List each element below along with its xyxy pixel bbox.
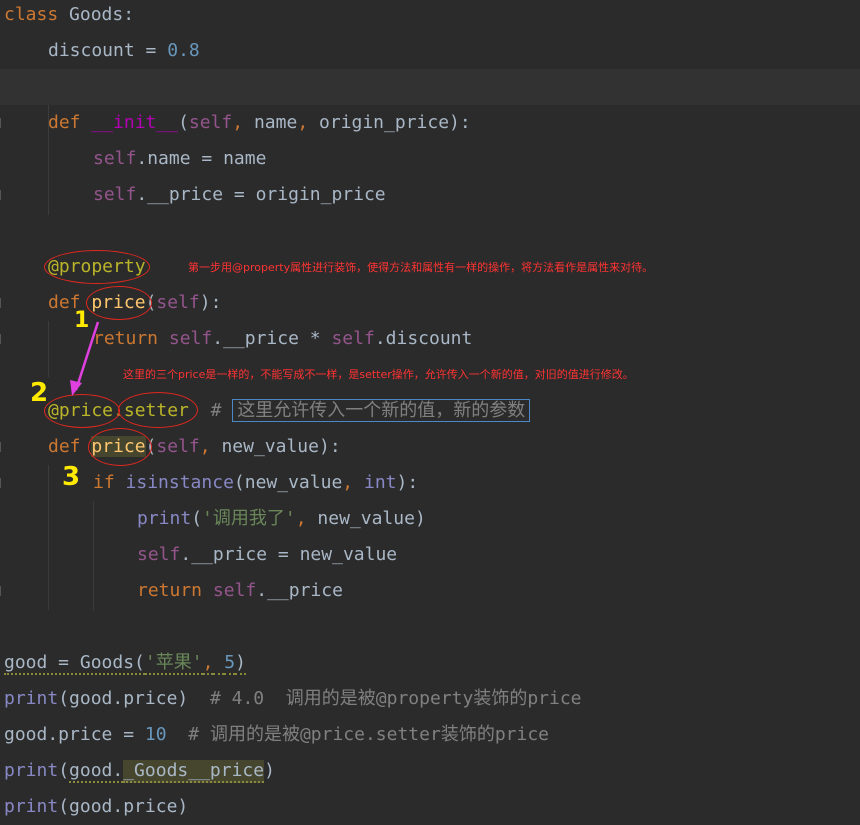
annotation-arrow — [70, 321, 100, 396]
marker-3: 3 — [62, 462, 81, 492]
arrow-head — [70, 380, 82, 396]
marker-1: 1 — [74, 308, 90, 333]
marker-2: 2 — [30, 378, 49, 408]
